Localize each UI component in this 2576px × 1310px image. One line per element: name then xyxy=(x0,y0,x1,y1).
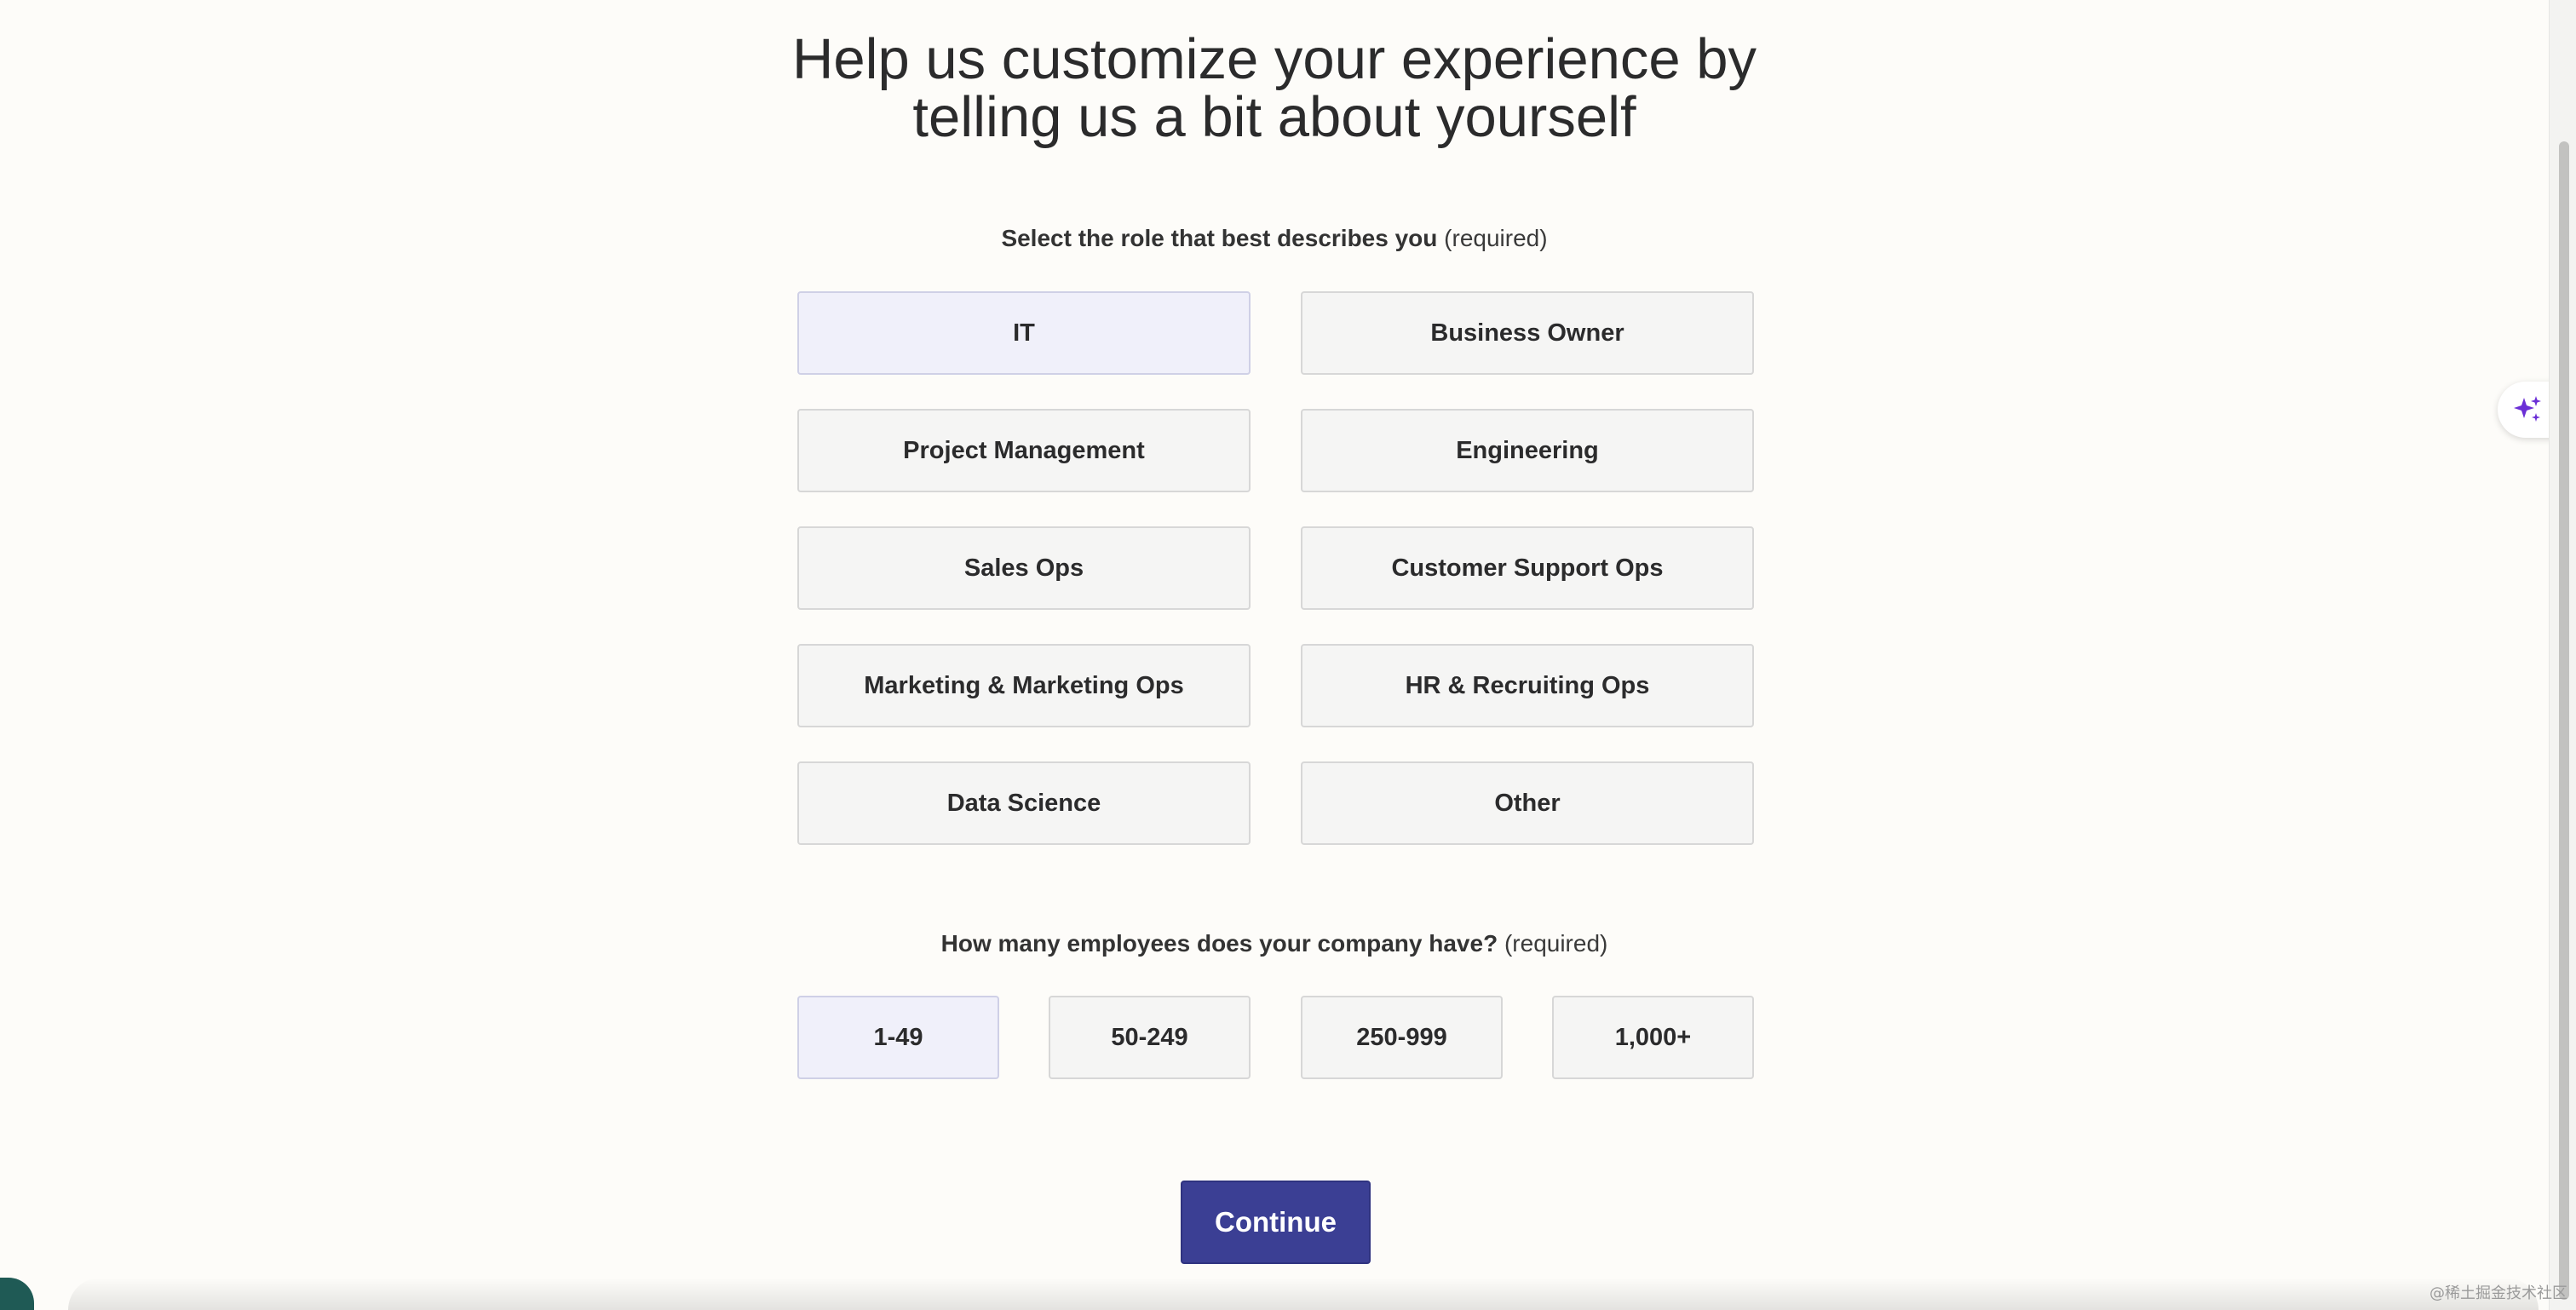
employee-question-label: How many employees does your company hav… xyxy=(940,930,1498,957)
role-option-engineering[interactable]: Engineering xyxy=(1301,409,1754,492)
role-option-business-owner[interactable]: Business Owner xyxy=(1301,291,1754,375)
sparkles-icon xyxy=(2514,396,2541,422)
employee-option-250-999[interactable]: 250-999 xyxy=(1301,996,1503,1079)
onboarding-page: Help us customize your experience by tel… xyxy=(0,0,2576,1310)
role-option-marketing-ops[interactable]: Marketing & Marketing Ops xyxy=(797,644,1251,727)
role-option-project-management[interactable]: Project Management xyxy=(797,409,1251,492)
role-question: Select the role that best describes you … xyxy=(0,225,2549,252)
page-title-line-2: telling us a bit about yourself xyxy=(912,85,1636,149)
role-option-customer-support-ops[interactable]: Customer Support Ops xyxy=(1301,526,1754,610)
continue-button[interactable]: Continue xyxy=(1181,1181,1371,1264)
role-option-sales-ops[interactable]: Sales Ops xyxy=(797,526,1251,610)
window-bottom-shadow xyxy=(68,1278,2539,1310)
page-title: Help us customize your experience by tel… xyxy=(0,31,2549,147)
role-option-hr-recruiting-ops[interactable]: HR & Recruiting Ops xyxy=(1301,644,1754,727)
role-option-it[interactable]: IT xyxy=(797,291,1251,375)
employee-question: How many employees does your company hav… xyxy=(0,930,2549,957)
employee-option-1000-plus[interactable]: 1,000+ xyxy=(1552,996,1754,1079)
employee-option-50-249[interactable]: 50-249 xyxy=(1049,996,1251,1079)
role-question-label: Select the role that best describes you xyxy=(1001,225,1438,251)
role-option-data-science[interactable]: Data Science xyxy=(797,761,1251,845)
role-option-other[interactable]: Other xyxy=(1301,761,1754,845)
employee-option-1-49[interactable]: 1-49 xyxy=(797,996,999,1079)
employee-question-required: (required) xyxy=(1504,930,1608,957)
window-corner xyxy=(0,1278,34,1310)
scrollbar-thumb[interactable] xyxy=(2559,141,2569,1300)
watermark: @稀土掘金技术社区 xyxy=(2429,1284,2567,1302)
page-title-line-1: Help us customize your experience by xyxy=(791,27,1757,91)
role-question-required: (required) xyxy=(1444,225,1548,251)
